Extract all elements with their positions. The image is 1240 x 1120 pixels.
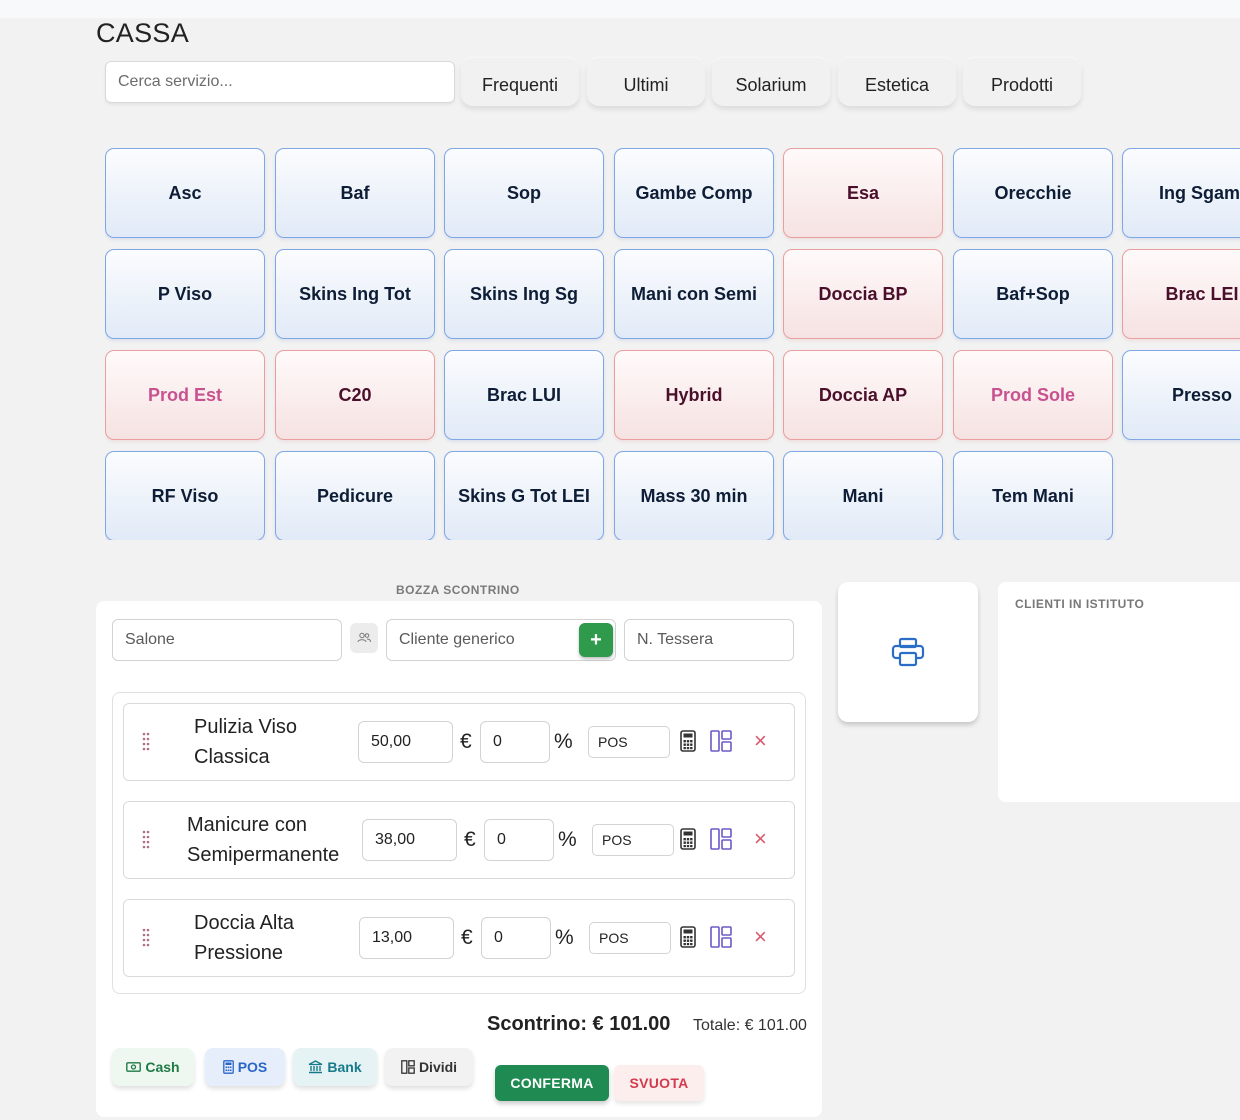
item-name: Doccia Alta Pressione <box>194 912 295 964</box>
drag-handle-icon[interactable] <box>142 928 150 950</box>
remove-item-button[interactable]: × <box>754 924 767 950</box>
service-tile[interactable]: Asc <box>105 148 265 238</box>
service-tile[interactable]: Mass 30 min <box>614 451 774 540</box>
receipt-items-list: Pulizia Viso Classica € % POS × Ma <box>112 692 806 994</box>
tab-prodotti[interactable]: Prodotti <box>963 58 1081 106</box>
confirm-button[interactable]: CONFERMA <box>495 1065 609 1101</box>
service-tile[interactable]: Doccia BP <box>783 249 943 339</box>
currency-symbol: € <box>464 828 476 851</box>
service-tile[interactable]: Pedicure <box>275 451 435 540</box>
service-tile[interactable]: Skins Ing Sg <box>444 249 604 339</box>
top-bar <box>0 0 1240 18</box>
print-button[interactable] <box>838 582 978 722</box>
service-tile[interactable]: Prod Sole <box>953 350 1113 440</box>
discount-input[interactable] <box>481 917 551 959</box>
service-tile[interactable]: Presso <box>1122 350 1240 440</box>
percent-symbol: % <box>555 926 574 949</box>
service-tile[interactable]: Brac LUI <box>444 350 604 440</box>
remove-item-button[interactable]: × <box>754 826 767 852</box>
service-tile[interactable]: Tem Mani <box>953 451 1113 540</box>
split-layout-icon[interactable] <box>710 926 732 948</box>
bank-icon <box>309 1060 323 1074</box>
service-tile[interactable]: Skins G Tot LEI <box>444 451 604 540</box>
price-input[interactable] <box>359 917 454 959</box>
scontrino-total: Scontrino: € 101.00 <box>487 1013 671 1035</box>
service-tile[interactable]: Sop <box>444 148 604 238</box>
payment-select[interactable]: POS <box>588 726 670 758</box>
tab-estetica[interactable]: Estetica <box>838 58 956 106</box>
tessera-input[interactable] <box>624 619 794 661</box>
service-tile[interactable]: C20 <box>275 350 435 440</box>
split-layout-icon <box>401 1060 415 1074</box>
payment-select[interactable]: POS <box>592 824 674 856</box>
draft-label: BOZZA SCONTRINO <box>396 583 520 597</box>
add-client-button[interactable]: + <box>579 623 613 657</box>
price-input[interactable] <box>358 721 453 763</box>
price-input[interactable] <box>362 819 457 861</box>
split-layout-icon[interactable] <box>710 730 732 752</box>
service-tile[interactable]: Prod Est <box>105 350 265 440</box>
service-tile[interactable]: Mani <box>783 451 943 540</box>
cash-icon <box>126 1062 142 1072</box>
item-name: Pulizia Viso Classica <box>194 716 298 768</box>
calculator-icon <box>222 1060 234 1074</box>
split-button[interactable]: Dividi <box>385 1048 473 1086</box>
drag-handle-icon[interactable] <box>142 830 150 852</box>
receipt-item: Manicure con Semipermanente € % POS × <box>123 801 795 879</box>
drag-handle-icon[interactable] <box>142 732 150 754</box>
service-tile[interactable]: Mani con Semi <box>614 249 774 339</box>
users-button[interactable] <box>350 623 378 653</box>
remove-item-button[interactable]: × <box>754 728 767 754</box>
service-tile[interactable]: Ing Sgaml <box>1122 148 1240 238</box>
split-layout-icon[interactable] <box>710 828 732 850</box>
clients-in-salon-panel: CLIENTI IN ISTITUTO <box>998 582 1240 802</box>
currency-symbol: € <box>460 730 472 753</box>
search-input[interactable] <box>105 61 455 103</box>
receipt-draft-panel: + Pulizia Viso Classica € % POS <box>96 601 822 1117</box>
service-grid: Asc Baf Sop Gambe Comp Esa Orecchie Ing Sgaml P… <box>105 148 1240 540</box>
service-tile[interactable]: Doccia AP <box>783 350 943 440</box>
service-tile[interactable]: RF Viso <box>105 451 265 540</box>
discount-input[interactable] <box>480 721 550 763</box>
payment-select[interactable]: POS <box>589 922 671 954</box>
service-tile[interactable]: Orecchie <box>953 148 1113 238</box>
tab-frequenti[interactable]: Frequenti <box>461 58 579 106</box>
calculator-icon[interactable] <box>680 828 696 850</box>
percent-symbol: % <box>554 730 573 753</box>
service-tile[interactable]: Skins Ing Tot <box>275 249 435 339</box>
item-name: Manicure con Semipermanente <box>187 814 340 866</box>
service-tile[interactable]: Hybrid <box>614 350 774 440</box>
tab-solarium[interactable]: Solarium <box>712 58 830 106</box>
page-title: CASSA <box>96 18 190 48</box>
calculator-icon[interactable] <box>680 926 696 948</box>
cash-button[interactable]: Cash <box>112 1048 194 1086</box>
service-tile[interactable]: Brac LEI <box>1122 249 1240 339</box>
service-tile[interactable]: Baf <box>275 148 435 238</box>
salone-input[interactable] <box>112 619 342 661</box>
receipt-item: Doccia Alta Pressione € % POS × <box>123 899 795 977</box>
totale-label: Totale: € 101.00 <box>693 1017 807 1034</box>
percent-symbol: % <box>558 828 577 851</box>
service-tile[interactable]: Esa <box>783 148 943 238</box>
clients-panel-title: CLIENTI IN ISTITUTO <box>1015 597 1145 611</box>
service-tile[interactable]: Gambe Comp <box>614 148 774 238</box>
bank-button[interactable]: Bank <box>293 1048 377 1086</box>
users-icon <box>357 632 371 643</box>
discount-input[interactable] <box>484 819 554 861</box>
receipt-item: Pulizia Viso Classica € % POS × <box>123 703 795 781</box>
service-tile[interactable]: Baf+Sop <box>953 249 1113 339</box>
pos-button[interactable]: POS <box>205 1048 285 1086</box>
currency-symbol: € <box>461 926 473 949</box>
printer-icon <box>891 637 925 667</box>
clear-button[interactable]: SVUOTA <box>614 1065 704 1101</box>
calculator-icon[interactable] <box>680 730 696 752</box>
service-tile[interactable]: P Viso <box>105 249 265 339</box>
tab-ultimi[interactable]: Ultimi <box>587 58 705 106</box>
